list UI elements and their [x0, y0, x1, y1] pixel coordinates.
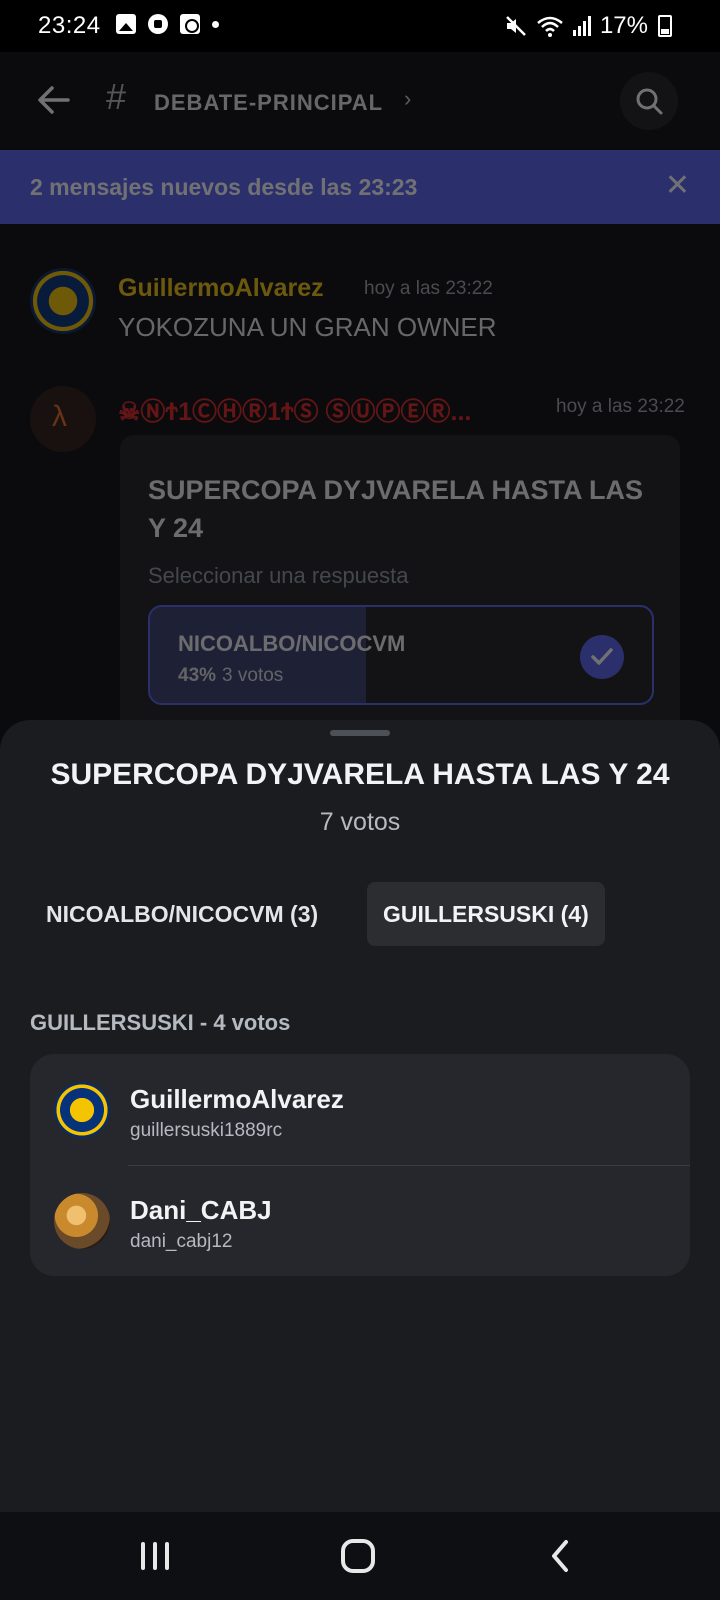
divider [128, 1165, 690, 1166]
back-nav-icon[interactable] [548, 1538, 572, 1574]
channel-chevron-icon: › [404, 86, 412, 111]
voters-list: GuillermoAlvarez guillersuski1889rc Dani… [30, 1054, 690, 1276]
voter-username: dani_cabj12 [130, 1231, 233, 1252]
status-time: 23:24 [38, 12, 101, 39]
poll-option-label: NICOALBO/NICOCVM [178, 631, 406, 656]
list-item[interactable]: GuillermoAlvarez guillersuski1889rc [30, 1054, 690, 1165]
soccer-ball-icon [148, 14, 168, 34]
home-icon[interactable] [341, 1539, 375, 1573]
battery-charging-icon [658, 15, 672, 37]
poll-instruction: Seleccionar una respuesta [148, 563, 409, 588]
voter-username: guillersuski1889rc [130, 1120, 283, 1141]
avatar [54, 1082, 110, 1138]
channel-name[interactable]: DEBATE-PRINCIPAL [154, 90, 383, 116]
new-messages-text: 2 mensajes nuevos desde las 23:23 [30, 174, 418, 200]
checkmark-icon [580, 635, 624, 679]
poll-option-percent: 43% [178, 665, 217, 686]
search-button[interactable] [620, 72, 678, 130]
message-text: YOKOZUNA UN GRAN OWNER [118, 312, 497, 342]
status-bar: 23:24 17% [0, 0, 720, 52]
new-messages-banner[interactable]: 2 mensajes nuevos desde las 23:23 ✕ [0, 150, 720, 224]
search-icon [636, 88, 663, 115]
sheet-drag-handle[interactable] [330, 730, 390, 736]
poll-question: SUPERCOPA DYJVARELA HASTA LAS Y 24 [148, 475, 644, 543]
sheet-total-votes: 7 votos [319, 808, 401, 836]
avatar[interactable] [30, 268, 96, 334]
gallery-icon [116, 14, 136, 34]
lambda-logo-icon: λ [52, 400, 67, 433]
tab-guillersuski[interactable]: GUILLERSUSKI (4) [367, 882, 605, 946]
wifi-icon [537, 16, 563, 37]
message-1: GuillermoAlvarez hoy a las 23:22 YOKOZUN… [0, 262, 720, 352]
channel-hash-icon: # [106, 76, 127, 117]
poll-option-votes: 3 votos [222, 665, 284, 686]
poll-option-stats: 43% 3 votos [178, 665, 283, 687]
battery-percent: 17% [599, 12, 648, 39]
close-icon[interactable]: ✕ [665, 168, 690, 203]
navigation-bar [0, 1512, 720, 1600]
poll-results-sheet: SUPERCOPA DYJVARELA HASTA LAS Y 24 7 vot… [0, 720, 720, 1512]
recent-apps-icon[interactable] [141, 1542, 173, 1570]
status-notification-icons [116, 14, 219, 34]
channel-header: # DEBATE-PRINCIPAL › [0, 52, 720, 150]
voter-name: GuillermoAlvarez [130, 1084, 344, 1114]
avatar [54, 1193, 110, 1249]
voters-section-label: GUILLERSUSKI - 4 votos [30, 1010, 291, 1035]
tab-nicoalbo[interactable]: NICOALBO/NICOCVM (3) [30, 882, 334, 946]
signal-icon [572, 16, 591, 36]
message-time: hoy a las 23:22 [556, 396, 685, 417]
poll-option[interactable]: NICOALBO/NICOCVM 43% 3 votos [148, 605, 654, 705]
message-author[interactable]: ☠ⓃϮ1ⒸⒽⓇ1ϮⓈ ⓈⓊⓅⒺⓇ... [118, 392, 471, 428]
sheet-title: SUPERCOPA DYJVARELA HASTA LAS Y 24 [50, 758, 670, 791]
list-item[interactable]: Dani_CABJ dani_cabj12 [30, 1165, 690, 1276]
notification-dot-icon [212, 20, 219, 28]
message-author[interactable]: GuillermoAlvarez [118, 274, 324, 303]
mute-icon [506, 16, 526, 36]
back-arrow-icon[interactable] [34, 80, 74, 120]
clock-app-icon [180, 14, 200, 34]
voter-name: Dani_CABJ [130, 1195, 272, 1225]
message-time: hoy a las 23:22 [364, 278, 493, 299]
avatar[interactable]: λ [30, 386, 96, 452]
status-system-icons: 17% [504, 12, 672, 40]
